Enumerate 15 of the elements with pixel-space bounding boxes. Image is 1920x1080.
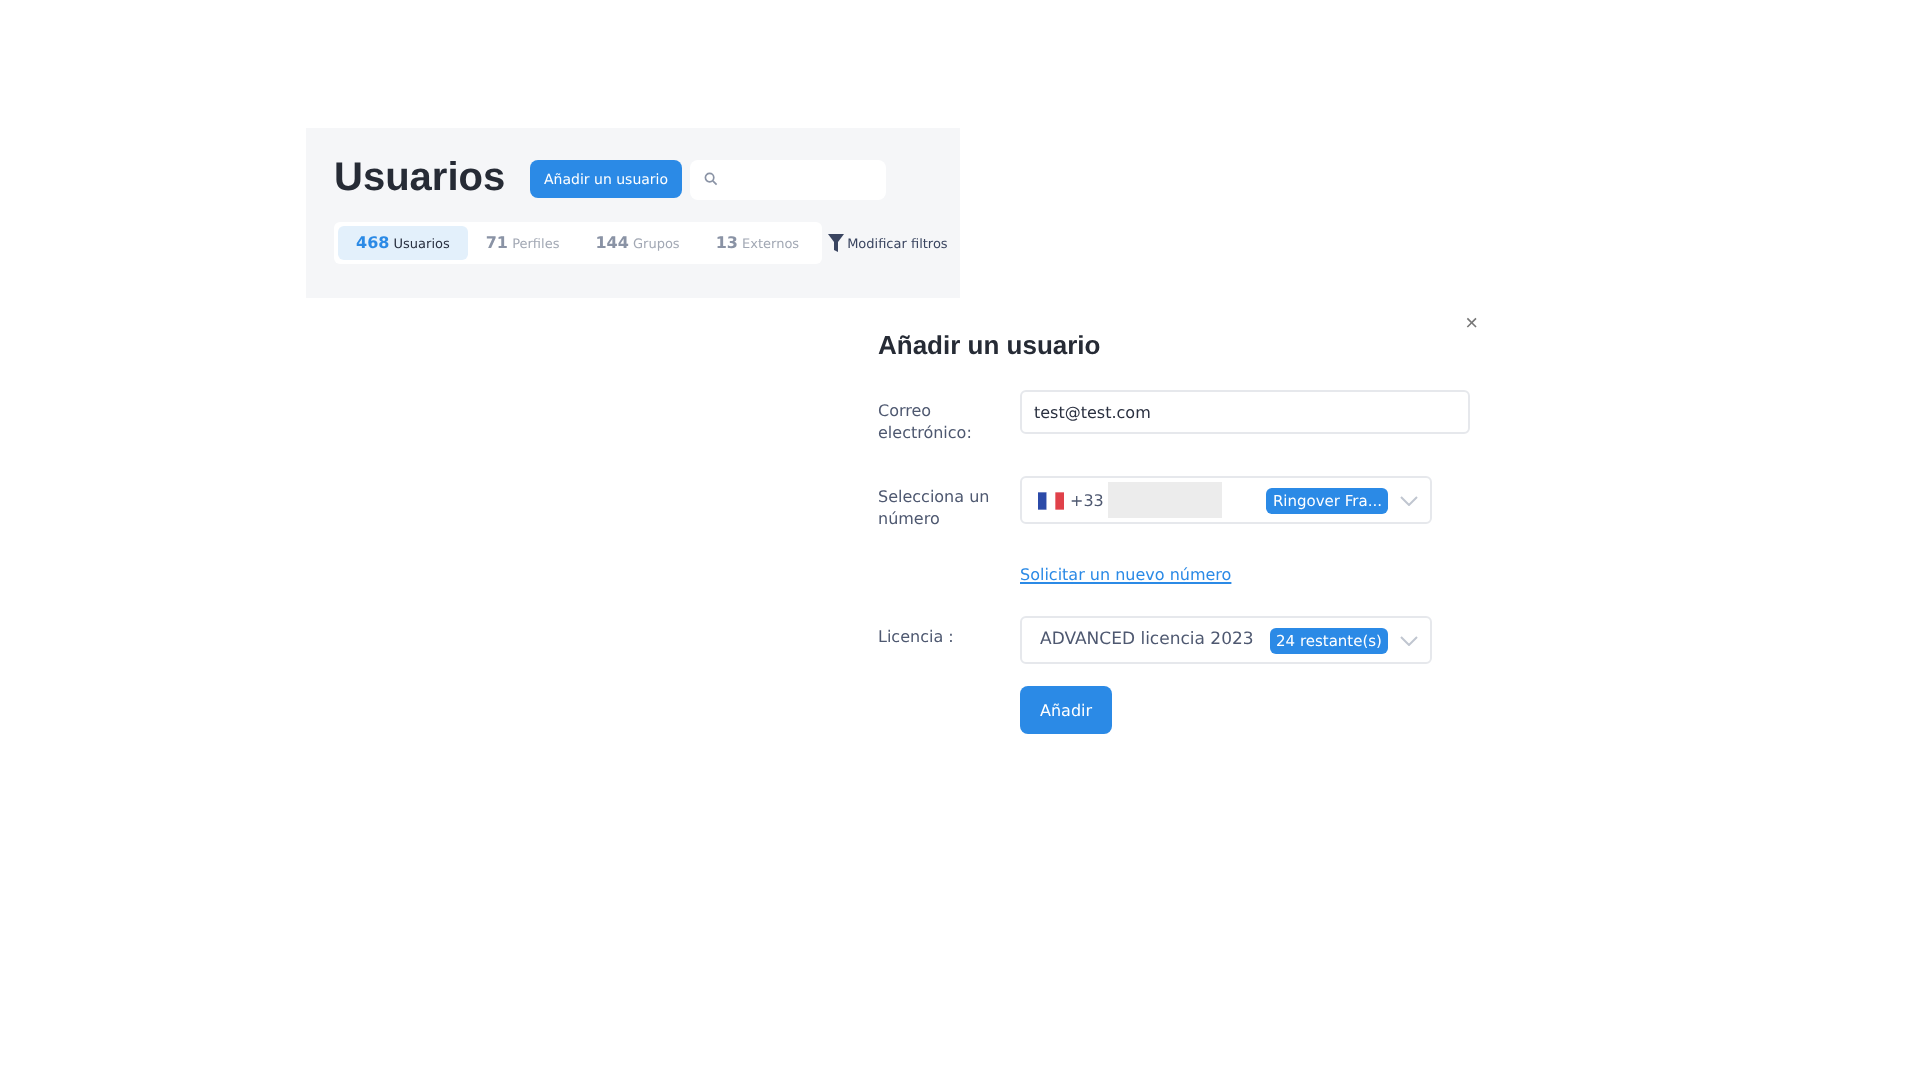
field-label: Correo electrónico:	[878, 400, 974, 444]
request-number-link[interactable]: Solicitar un nuevo número	[1020, 566, 1232, 584]
filter-icon	[827, 234, 844, 252]
field-label: Selecciona un número	[878, 486, 992, 530]
field-label: Licencia :	[878, 626, 956, 648]
chevron-icon	[1400, 635, 1418, 645]
search-field[interactable]	[690, 159, 887, 199]
close-button[interactable]: ×	[1465, 312, 1478, 336]
chevron-icon	[1400, 495, 1418, 505]
dialog-title: Añadir un usuario	[878, 327, 1101, 359]
page-title: Usuarios	[334, 156, 508, 202]
email-field[interactable]: test@test.com	[1020, 390, 1470, 434]
flag-icon	[1038, 491, 1064, 509]
add-button[interactable]: Añadir	[1020, 686, 1113, 734]
search-icon	[704, 170, 719, 188]
